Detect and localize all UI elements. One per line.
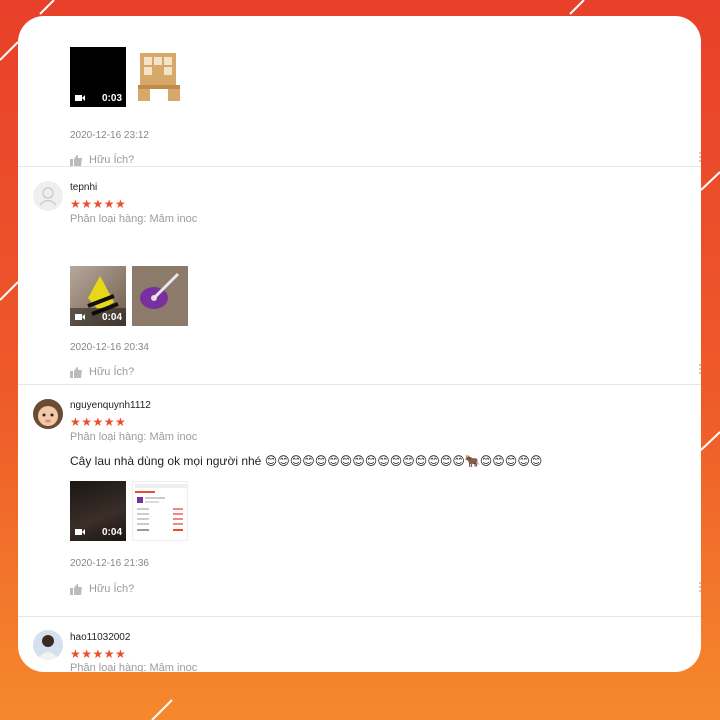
user-avatar: [33, 399, 63, 429]
video-badge: 0:04: [70, 523, 126, 541]
product-variation: Phân loại hàng: Mâm inoc: [70, 662, 198, 672]
video-duration: 0:04: [101, 526, 122, 538]
video-duration: 0:03: [101, 92, 122, 104]
thumbs-up-icon: [70, 154, 82, 166]
video-badge: 0:03: [70, 89, 126, 107]
rating-stars: ★★★★★: [70, 415, 127, 429]
review-item: tepnhi ★★★★★ Phân loại hàng: Mâm inoc 0:…: [18, 166, 701, 385]
order-screenshot-image: [135, 484, 187, 531]
video-badge: 0:04: [70, 308, 126, 326]
review-timestamp: 2020-12-16 23:12: [70, 130, 149, 141]
mop-image: [132, 266, 188, 326]
review-item: 0:03 2020-12-16 23:12 Hữu Ích?: [18, 16, 701, 167]
review-image-thumbnail[interactable]: [132, 47, 188, 107]
thumbs-up-icon: [70, 583, 82, 595]
rating-stars: ★★★★★: [70, 647, 127, 661]
person-photo-icon: [33, 630, 63, 660]
helpful-label: Hữu Ích?: [89, 154, 135, 166]
review-image-thumbnail[interactable]: [132, 481, 188, 541]
reviews-panel: 0:03 2020-12-16 23:12 Hữu Ích? tepnhi ★★…: [18, 16, 701, 672]
helpful-button[interactable]: Hữu Ích?: [70, 154, 134, 166]
helpful-button[interactable]: Hữu Ích?: [70, 366, 134, 378]
review-video-thumbnail[interactable]: 0:04: [70, 266, 126, 326]
review-timestamp: 2020-12-16 20:34: [70, 342, 149, 353]
more-vertical-icon[interactable]: [699, 580, 701, 594]
user-avatar: [33, 181, 63, 211]
thumbs-up-icon: [70, 366, 82, 378]
review-timestamp: 2020-12-16 21:36: [70, 558, 149, 569]
review-username: tepnhi: [70, 182, 98, 193]
review-username: nguyenquynh1112: [70, 400, 151, 411]
helpful-button[interactable]: Hữu Ích?: [70, 583, 134, 595]
review-comment: Cây lau nhà dùng ok mọi người nhé 😊😊😊😊😊😊…: [70, 454, 543, 468]
review-username: hao11032002: [70, 632, 131, 643]
review-item: nguyenquynh1112 ★★★★★ Phân loại hàng: Mâ…: [18, 384, 701, 617]
rating-stars: ★★★★★: [70, 197, 127, 211]
baby-photo-icon: [33, 399, 63, 429]
helpful-label: Hữu Ích?: [89, 366, 135, 378]
product-variation: Phân loại hàng: Mâm inoc: [70, 431, 198, 443]
product-variation: Phân loại hàng: Mâm inoc: [70, 213, 198, 225]
review-image-thumbnail[interactable]: [132, 266, 188, 326]
review-video-thumbnail[interactable]: 0:03: [70, 47, 126, 107]
desk-image: [138, 53, 180, 101]
more-vertical-icon[interactable]: [699, 150, 701, 164]
user-icon: [39, 187, 57, 206]
video-camera-icon: [75, 528, 85, 536]
video-camera-icon: [75, 313, 85, 321]
user-avatar: [33, 630, 63, 660]
helpful-label: Hữu Ích?: [89, 583, 135, 595]
more-vertical-icon[interactable]: [699, 362, 701, 376]
video-duration: 0:04: [101, 311, 122, 323]
video-camera-icon: [75, 94, 85, 102]
review-video-thumbnail[interactable]: 0:04: [70, 481, 126, 541]
review-item: hao11032002 ★★★★★ Phân loại hàng: Mâm in…: [18, 616, 701, 672]
